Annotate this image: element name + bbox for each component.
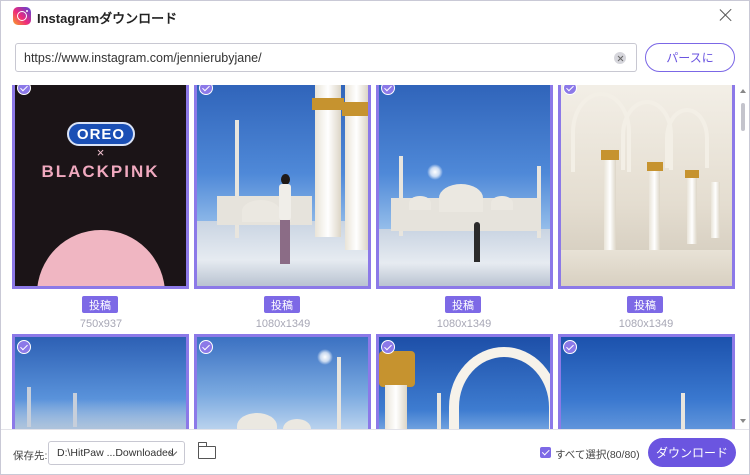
promo-x: × xyxy=(96,145,105,160)
media-tile[interactable] xyxy=(558,334,735,429)
url-input[interactable] xyxy=(24,44,604,71)
media-tile[interactable] xyxy=(376,85,553,289)
media-tile[interactable] xyxy=(194,334,371,429)
pink-cookie xyxy=(37,230,165,286)
media-tile[interactable]: OREO × BLACKPINK xyxy=(12,85,189,289)
paste-button[interactable]: パースに xyxy=(645,43,735,72)
save-path-value: D:\HitPaw ...Downloaded xyxy=(57,447,174,459)
selected-check-icon[interactable] xyxy=(17,340,31,354)
selected-check-icon[interactable] xyxy=(381,340,395,354)
selected-check-icon[interactable] xyxy=(563,340,577,354)
scroll-thumb[interactable] xyxy=(741,103,745,131)
title-bar: Instagramダウンロード xyxy=(1,1,749,31)
post-tag: 投稿 xyxy=(627,296,663,313)
save-location-label: 保存先: xyxy=(13,450,48,462)
instagram-icon xyxy=(13,7,31,25)
post-tag: 投稿 xyxy=(264,296,300,313)
scroll-up-icon[interactable] xyxy=(740,89,746,93)
download-button[interactable]: ダウンロード xyxy=(648,438,736,467)
url-field[interactable] xyxy=(15,43,637,72)
post-tag: 投稿 xyxy=(82,296,118,313)
image-size: 1080x1349 xyxy=(618,318,674,330)
oreo-logo: OREO xyxy=(67,122,135,146)
scrollbar[interactable] xyxy=(739,85,747,429)
folder-icon[interactable] xyxy=(197,442,216,459)
select-all-label[interactable]: すべて選択(80/80) xyxy=(555,447,640,462)
media-tile[interactable] xyxy=(12,334,189,429)
media-grid: OREO × BLACKPINK 投稿 750x937 投稿 1080x1349… xyxy=(1,85,736,429)
blackpink-logo: BLACKPINK xyxy=(41,162,160,181)
footer-bar: 保存先: D:\HitPaw ...Downloaded すべて選択(80/80… xyxy=(1,429,749,474)
image-size: 1080x1349 xyxy=(255,318,311,330)
clear-icon[interactable] xyxy=(614,52,626,64)
image-size: 1080x1349 xyxy=(436,318,492,330)
select-all-checkbox[interactable] xyxy=(540,447,551,458)
scroll-down-icon[interactable] xyxy=(740,419,746,423)
image-size: 750x937 xyxy=(79,318,123,330)
media-tile[interactable] xyxy=(376,334,553,429)
selected-check-icon[interactable] xyxy=(199,340,213,354)
save-path-select[interactable]: D:\HitPaw ...Downloaded xyxy=(48,441,185,465)
media-tile[interactable] xyxy=(194,85,371,289)
window-title: Instagramダウンロード xyxy=(37,11,178,26)
instagram-download-window: Instagramダウンロード パースに OREO × BLACKPINK 投稿… xyxy=(0,0,750,475)
close-icon[interactable] xyxy=(719,8,733,22)
media-tile[interactable] xyxy=(558,85,735,289)
person xyxy=(278,174,292,272)
post-tag: 投稿 xyxy=(445,296,481,313)
